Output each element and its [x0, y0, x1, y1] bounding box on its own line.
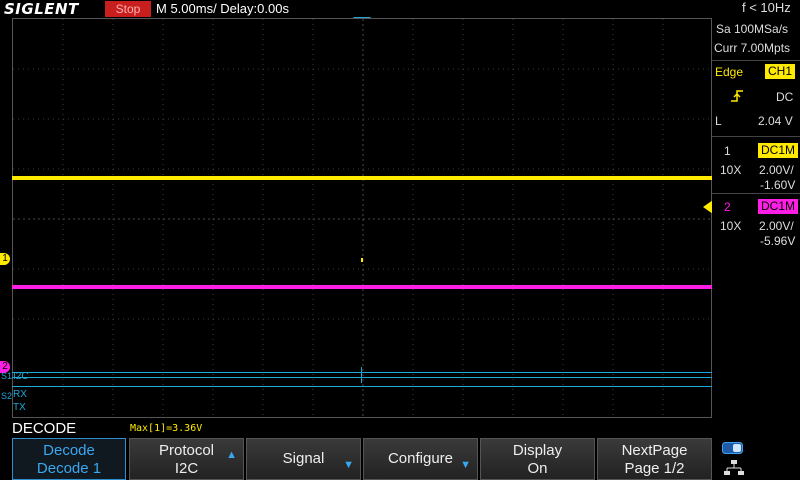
- softkey-value: On: [527, 460, 548, 477]
- s2-marker: S2: [1, 391, 13, 401]
- rising-edge-icon: [731, 90, 743, 102]
- softkey-label: Display: [512, 442, 563, 459]
- sample-rate: Sa 100MSa/s: [716, 22, 789, 36]
- panel-divider: [712, 193, 800, 194]
- ch1-info[interactable]: 1 DC1M 10X 2.00V/ -1.60V: [712, 140, 800, 192]
- configure-softkey[interactable]: Configure ▼: [363, 438, 478, 480]
- s1-marker: S1: [1, 371, 13, 381]
- run-state-badge[interactable]: Stop: [105, 1, 151, 17]
- trigger-info[interactable]: Edge CH1 DC L 2.04 V: [712, 61, 800, 135]
- ch2-waveform[interactable]: [12, 285, 712, 289]
- display-softkey[interactable]: Display On: [480, 438, 595, 480]
- ch1-coupling-badge: DC1M: [758, 143, 799, 158]
- trigger-coupling: DC: [776, 90, 794, 104]
- uart-bus-lane: [12, 386, 712, 416]
- ch2-probe: 10X: [720, 219, 742, 233]
- down-arrow-icon: ▼: [343, 459, 354, 471]
- decode-softkey[interactable]: Decode Decode 1: [12, 438, 126, 480]
- signal-softkey[interactable]: Signal ▼: [246, 438, 361, 480]
- ch1-scale: 2.00V/: [759, 163, 794, 177]
- ch1-waveform[interactable]: [12, 176, 712, 180]
- ch2-offset: -5.96V: [760, 234, 796, 248]
- timebase-readout[interactable]: M 5.00ms/ Delay:0.00s: [156, 1, 289, 16]
- trigger-type: Edge: [715, 65, 744, 79]
- ch1-probe: 10X: [720, 163, 742, 177]
- down-arrow-icon: ▼: [460, 459, 471, 471]
- frequency-readout: f < 10Hz: [742, 0, 791, 15]
- up-arrow-icon: ▲: [226, 449, 237, 461]
- ch2-info[interactable]: 2 DC1M 10X 2.00V/ -5.96V: [712, 196, 800, 250]
- brand-logo: SIGLENT: [4, 0, 79, 18]
- ch2-scale: 2.00V/: [759, 219, 794, 233]
- ch1-offset: -1.60V: [760, 178, 796, 192]
- protocol-softkey[interactable]: Protocol I2C ▲: [129, 438, 244, 480]
- trigger-level-value: 2.04 V: [758, 114, 793, 128]
- i2c-bus-top-line: [12, 372, 712, 373]
- softkey-value: Decode 1: [36, 460, 102, 477]
- s2-rx-label: RX: [13, 389, 27, 400]
- s1-i2c-label: I2C: [13, 371, 29, 382]
- memory-depth: Curr 7.00Mpts: [714, 41, 791, 55]
- softkey-value: Page 1/2: [624, 460, 685, 477]
- ch2-coupling-badge: DC1M: [758, 199, 799, 214]
- trigger-level-label: L: [715, 114, 722, 128]
- softkey-label: NextPage: [621, 442, 688, 459]
- softkey-label: Decode: [43, 442, 95, 459]
- waveform-display[interactable]: [12, 18, 713, 419]
- toggle-switch-icon[interactable]: [722, 442, 744, 454]
- ch1-offset-marker[interactable]: 1: [0, 253, 10, 265]
- bus-trigger-mark: [361, 367, 362, 383]
- ch2-number: 2: [724, 200, 731, 214]
- softkey-value: I2C: [174, 460, 199, 477]
- top-status-bar: SIGLENT Stop M 5.00ms/ Delay:0.00s f < 1…: [0, 0, 800, 18]
- network-lan-icon: [724, 460, 744, 475]
- trigger-point-mark: [361, 258, 363, 262]
- next-page-softkey[interactable]: NextPage Page 1/2: [597, 438, 712, 480]
- panel-divider: [712, 136, 800, 137]
- trigger-source-badge: CH1: [765, 64, 796, 79]
- i2c-bus-bottom-line: [12, 377, 712, 378]
- measurement-readout: Max[1]=3.36V: [130, 423, 203, 434]
- graticule: [13, 19, 713, 419]
- s2-tx-label: TX: [13, 402, 26, 413]
- menu-title: DECODE: [12, 420, 77, 437]
- ch1-number: 1: [724, 144, 731, 158]
